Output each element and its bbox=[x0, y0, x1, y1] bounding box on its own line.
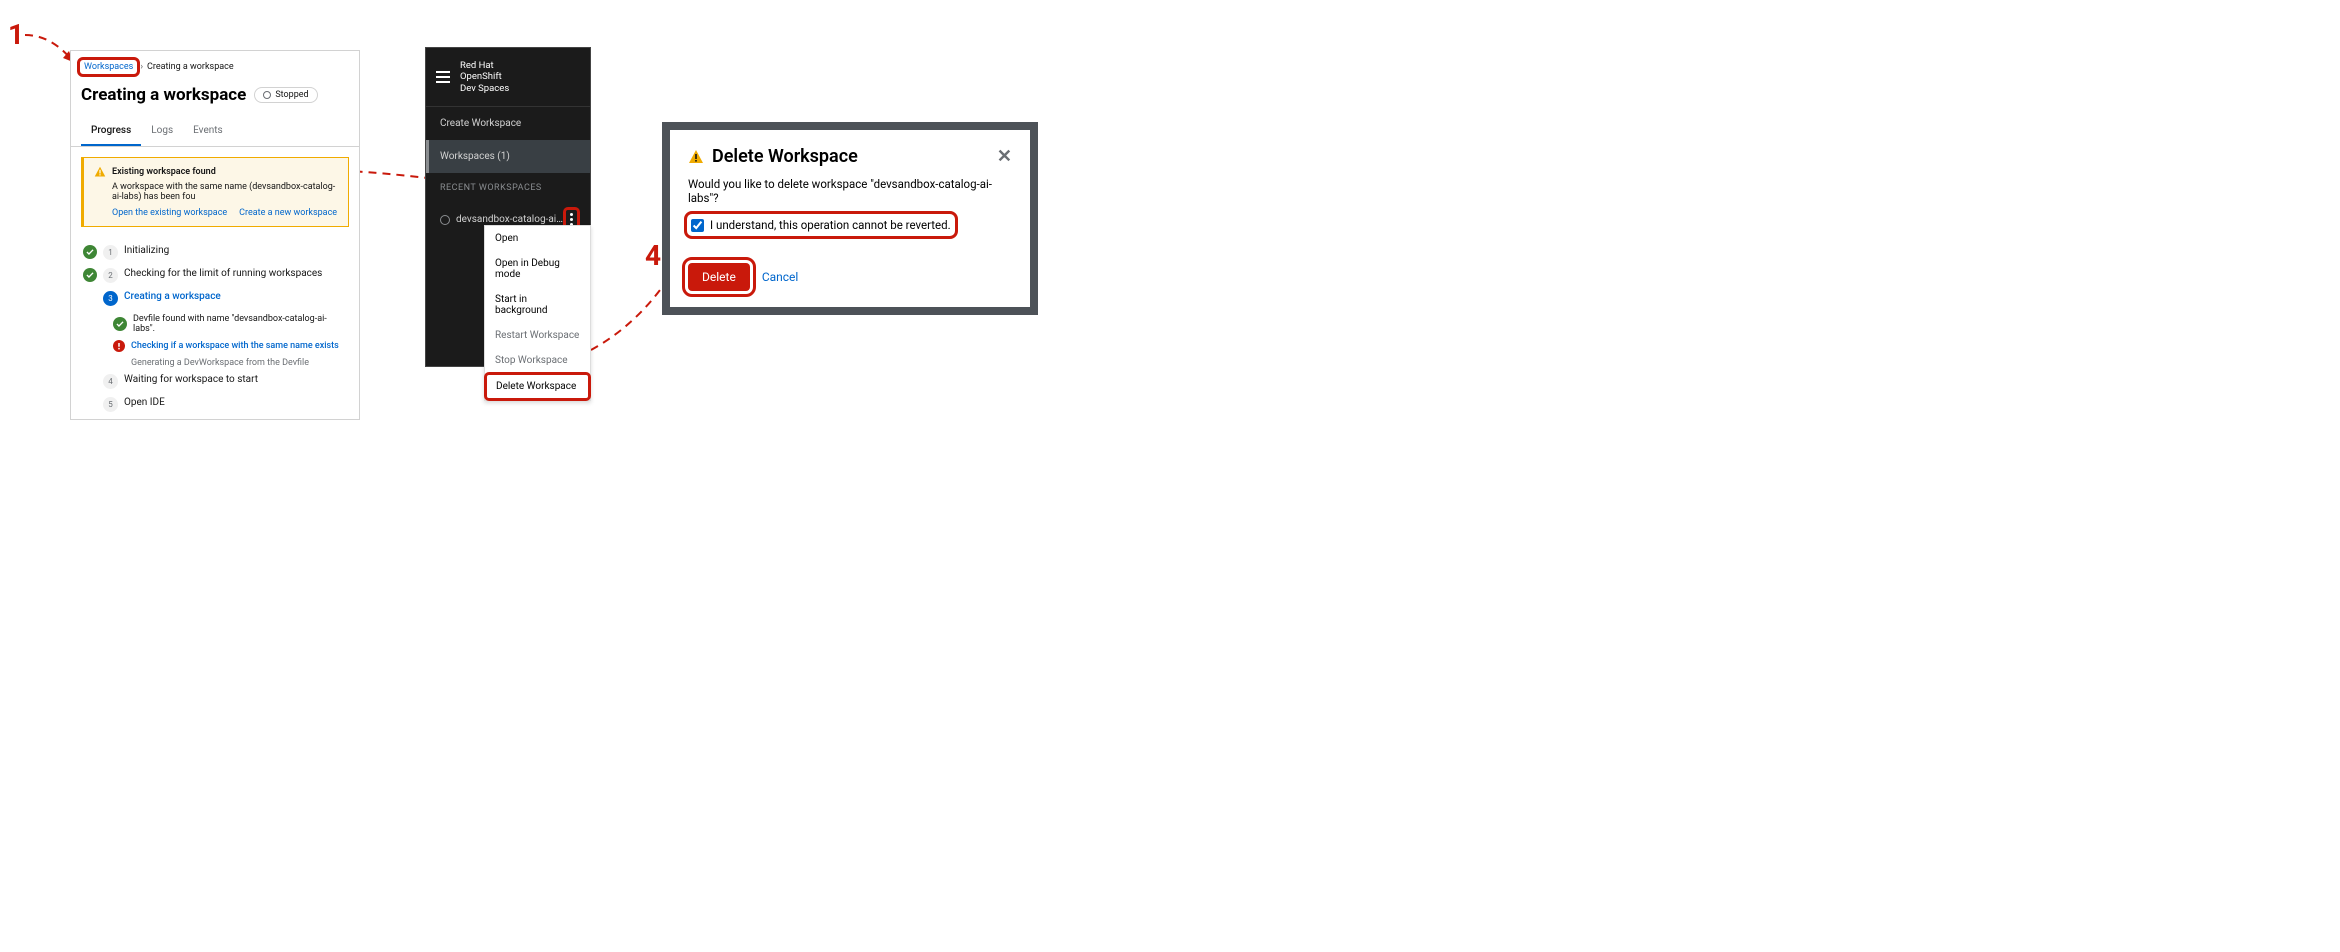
brand-label: Red Hat OpenShift Dev Spaces bbox=[460, 60, 509, 94]
close-icon[interactable]: ✕ bbox=[997, 146, 1012, 167]
progress-step-2: 2 Checking for the limit of running work… bbox=[83, 268, 347, 283]
progress-step-3: 3 Creating a workspace bbox=[83, 291, 347, 306]
step-label: Initializing bbox=[124, 245, 169, 256]
status-label: Stopped bbox=[275, 90, 308, 100]
tab-events[interactable]: Events bbox=[183, 117, 233, 146]
check-icon bbox=[113, 317, 127, 331]
sidebar-header: Red Hat OpenShift Dev Spaces bbox=[426, 48, 590, 107]
menu-stop[interactable]: Stop Workspace bbox=[485, 348, 590, 373]
alert-description: A workspace with the same name (devsandb… bbox=[112, 182, 338, 202]
dialog-title: Delete Workspace bbox=[712, 146, 858, 167]
confirm-checkbox-row[interactable]: I understand, this operation cannot be r… bbox=[684, 211, 958, 239]
creating-workspace-panel: Workspaces › Creating a workspace Creati… bbox=[70, 50, 360, 420]
tabs: Progress Logs Events bbox=[71, 117, 359, 147]
stopped-icon bbox=[263, 91, 271, 99]
breadcrumb-current: Creating a workspace bbox=[147, 62, 234, 72]
step-label: Checking for the limit of running worksp… bbox=[124, 268, 322, 279]
sidebar-item-create[interactable]: Create Workspace bbox=[426, 107, 590, 140]
step-badge: 3 bbox=[103, 291, 118, 306]
warning-alert: Existing workspace found A workspace wit… bbox=[81, 157, 349, 227]
sidebar-item-workspaces[interactable]: Workspaces (1) bbox=[426, 140, 590, 173]
step-badge: 2 bbox=[103, 268, 118, 283]
substep-checking-name: Checking if a workspace with the same na… bbox=[113, 340, 347, 352]
workspace-context-menu: Open Open in Debug mode Start in backgro… bbox=[484, 225, 591, 401]
substep-label: Checking if a workspace with the same na… bbox=[131, 341, 339, 351]
workspace-status-icon bbox=[440, 215, 450, 225]
check-icon bbox=[83, 245, 97, 259]
progress-step-5: 5 Open IDE bbox=[83, 397, 347, 412]
step-label: Open IDE bbox=[124, 397, 165, 408]
error-icon bbox=[113, 340, 125, 352]
open-existing-link[interactable]: Open the existing workspace bbox=[112, 208, 227, 218]
substep-devfile: Devfile found with name "devsandbox-cata… bbox=[113, 314, 347, 334]
warning-icon bbox=[688, 149, 704, 165]
dialog-question: Would you like to delete workspace "devs… bbox=[688, 177, 1012, 205]
hamburger-icon[interactable] bbox=[436, 71, 450, 83]
menu-start-background[interactable]: Start in background bbox=[485, 287, 590, 323]
menu-open[interactable]: Open bbox=[485, 226, 590, 251]
alert-title: Existing workspace found bbox=[112, 167, 216, 177]
page-title: Creating a workspace bbox=[81, 85, 246, 105]
substep-label: Devfile found with name "devsandbox-cata… bbox=[133, 314, 347, 334]
create-new-link[interactable]: Create a new workspace bbox=[239, 208, 337, 218]
substep-generating: Generating a DevWorkspace from the Devfi… bbox=[113, 358, 347, 368]
substep-label: Generating a DevWorkspace from the Devfi… bbox=[131, 358, 309, 368]
menu-delete[interactable]: Delete Workspace bbox=[484, 372, 591, 401]
workspace-name: devsandbox-catalog-ai-… bbox=[456, 214, 563, 225]
delete-dialog: Delete Workspace ✕ Would you like to del… bbox=[670, 130, 1030, 307]
cancel-button[interactable]: Cancel bbox=[762, 270, 799, 284]
breadcrumb-separator: › bbox=[140, 62, 143, 72]
tab-logs[interactable]: Logs bbox=[141, 117, 183, 146]
breadcrumb-workspaces-link[interactable]: Workspaces bbox=[77, 57, 140, 77]
step-label: Creating a workspace bbox=[124, 291, 221, 302]
menu-restart[interactable]: Restart Workspace bbox=[485, 323, 590, 348]
status-badge: Stopped bbox=[254, 87, 317, 103]
progress-step-4: 4 Waiting for workspace to start bbox=[83, 374, 347, 389]
breadcrumb: Workspaces › Creating a workspace bbox=[71, 51, 359, 83]
confirm-checkbox[interactable] bbox=[691, 219, 704, 232]
tab-progress[interactable]: Progress bbox=[81, 117, 141, 146]
menu-open-debug[interactable]: Open in Debug mode bbox=[485, 251, 590, 287]
sidebar-section-recent: RECENT WORKSPACES bbox=[426, 173, 590, 199]
step-label: Waiting for workspace to start bbox=[124, 374, 258, 385]
step-badge: 4 bbox=[103, 374, 118, 389]
step-badge: 1 bbox=[103, 245, 118, 260]
check-icon bbox=[83, 268, 97, 282]
warning-icon bbox=[94, 166, 106, 178]
step-badge: 5 bbox=[103, 397, 118, 412]
step-number-4: 4 bbox=[645, 239, 661, 272]
step-number-1: 1 bbox=[8, 18, 24, 51]
confirm-label: I understand, this operation cannot be r… bbox=[710, 218, 951, 232]
delete-button[interactable]: Delete bbox=[688, 263, 750, 291]
progress-step-1: 1 Initializing bbox=[83, 245, 347, 260]
